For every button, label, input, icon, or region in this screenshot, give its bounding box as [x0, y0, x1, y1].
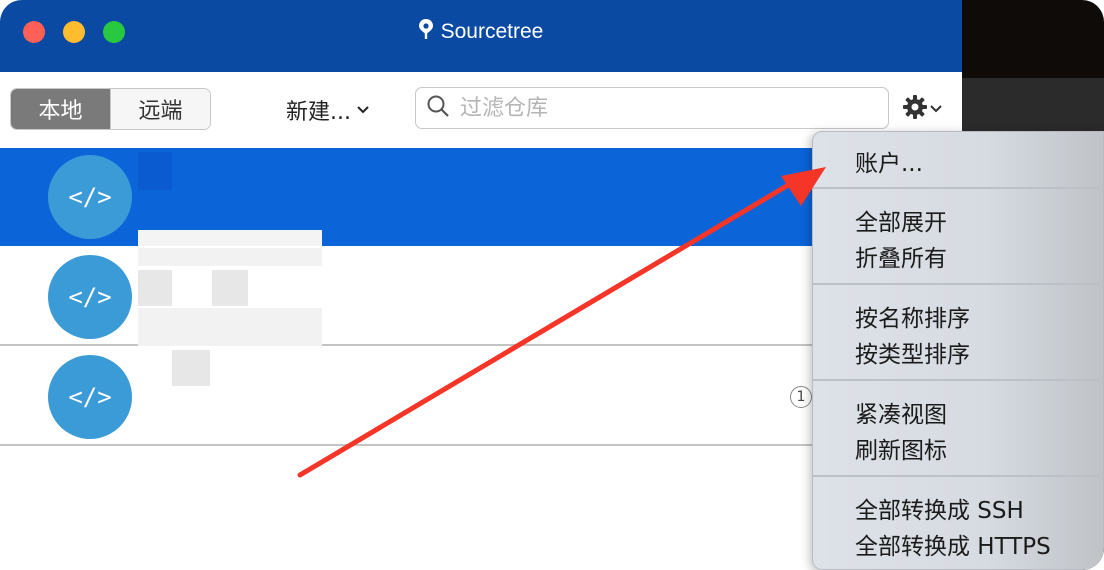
- repo-code-icon: </>: [48, 355, 132, 439]
- filter-search-field[interactable]: [415, 87, 889, 129]
- menu-item-convert-all-https[interactable]: 全部转换成 HTTPS: [855, 527, 1051, 561]
- screenshot: Sourcetree 本地 远端 新建... 过滤仓库 </> </> </> …: [0, 0, 1104, 570]
- menu-item-collapse-all[interactable]: 折叠所有: [855, 239, 947, 273]
- redacted-block: [138, 270, 172, 306]
- new-button[interactable]: 新建...: [286, 94, 369, 126]
- menu-separator: [813, 475, 1104, 477]
- menu-separator: [813, 379, 1104, 381]
- menu-item-sort-by-name[interactable]: 按名称排序: [855, 299, 970, 333]
- menu-item-expand-all[interactable]: 全部展开: [855, 203, 947, 237]
- repo-code-icon: </>: [48, 255, 132, 339]
- chevron-down-icon: [930, 102, 942, 117]
- local-remote-switch: 本地 远端: [10, 88, 211, 130]
- menu-separator: [813, 187, 1104, 189]
- repo-code-icon: </>: [48, 155, 132, 239]
- tab-local[interactable]: 本地: [11, 89, 110, 129]
- titlebar: Sourcetree: [0, 0, 962, 72]
- settings-dropdown-menu: 账户... 全部展开 折叠所有 按名称排序 按类型排序 紧凑视图 刷新图标 全部…: [812, 131, 1104, 570]
- chevron-down-icon: [357, 102, 369, 118]
- search-icon: [426, 94, 450, 122]
- menu-item-compact-view[interactable]: 紧凑视图: [855, 395, 947, 429]
- redacted-block: [138, 152, 172, 190]
- tab-remote[interactable]: 远端: [110, 89, 210, 129]
- desktop-band: [962, 78, 1104, 136]
- menu-item-convert-all-ssh[interactable]: 全部转换成 SSH: [855, 491, 1024, 525]
- filter-repositories-input[interactable]: [458, 94, 862, 122]
- redacted-block: [212, 270, 248, 306]
- code-icon: </>: [68, 383, 112, 411]
- code-icon: </>: [68, 183, 112, 211]
- menu-item-accounts[interactable]: 账户...: [855, 144, 923, 178]
- menu-item-refresh-icons[interactable]: 刷新图标: [855, 431, 947, 465]
- gear-icon: [902, 94, 928, 124]
- menu-separator: [813, 283, 1104, 285]
- location-pin-icon: [418, 19, 433, 45]
- redacted-block: [138, 308, 322, 346]
- window-title-text: Sourcetree: [440, 20, 544, 43]
- new-button-label: 新建...: [286, 100, 351, 125]
- settings-menu-button[interactable]: [902, 92, 942, 126]
- redacted-block: [138, 230, 322, 246]
- status-badge: 1: [790, 386, 812, 408]
- code-icon: </>: [68, 283, 112, 311]
- redacted-block: [172, 350, 210, 386]
- window-title: Sourcetree: [0, 0, 962, 64]
- menu-item-sort-by-type[interactable]: 按类型排序: [855, 335, 970, 369]
- redacted-block: [138, 248, 322, 266]
